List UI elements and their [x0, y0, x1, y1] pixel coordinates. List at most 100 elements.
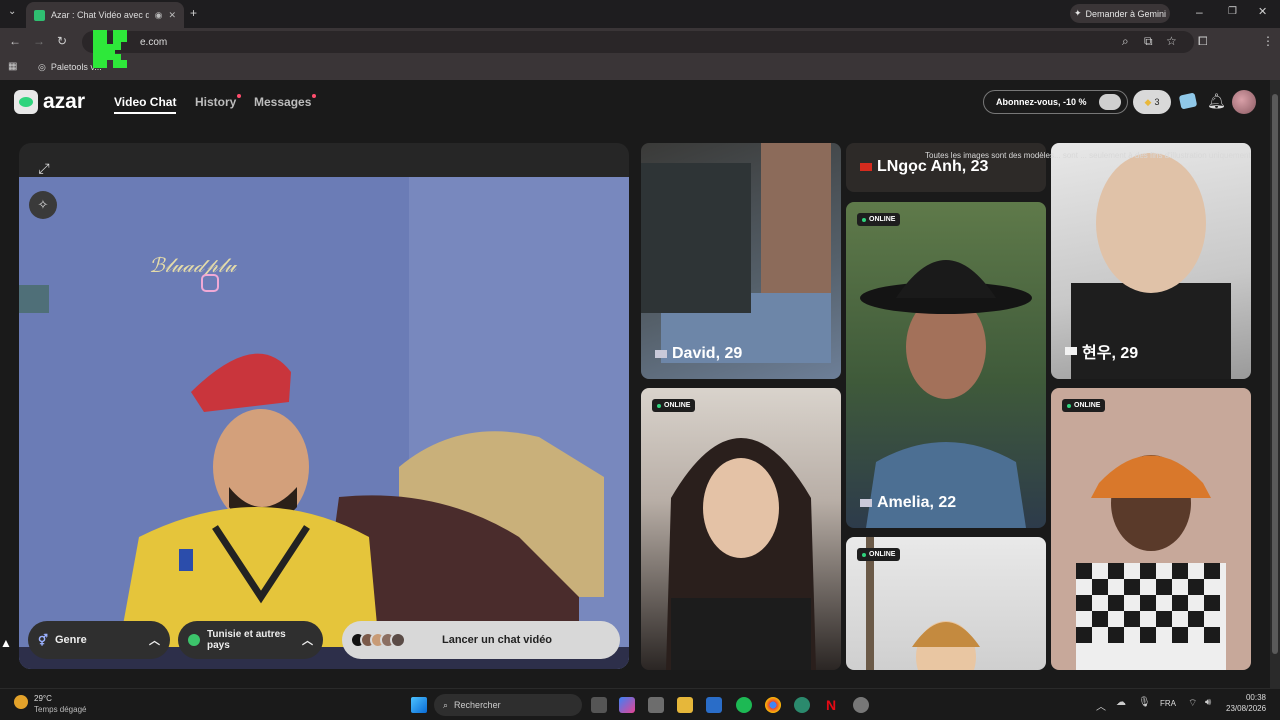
- forward-icon[interactable]: →: [33, 35, 45, 47]
- bell-icon[interactable]: 🔔︎: [1207, 92, 1226, 110]
- gemini-button[interactable]: ✦ Demander à Gemini: [1070, 4, 1170, 23]
- windows-taskbar: 29°C Temps dégagé ⌕ Rechercher N ︿ ☁︎ 🎙︎…: [0, 688, 1280, 720]
- chevron-up-icon: ︿: [149, 635, 160, 647]
- flag-icon: [860, 163, 872, 171]
- zoom-icon[interactable]: ⌕: [1122, 35, 1129, 47]
- online-badge: ONLINE: [857, 548, 901, 561]
- online-badge: ONLINE: [857, 213, 901, 226]
- profile-card-hyunwoo[interactable]: 현우, 29: [1051, 143, 1251, 379]
- gems-counter[interactable]: ◆ 3: [1133, 90, 1171, 114]
- flag-icon: [655, 350, 667, 358]
- nav-video-chat[interactable]: Video Chat: [114, 95, 177, 114]
- avatar-stack: [350, 632, 406, 648]
- scroll-thumb[interactable]: [1272, 94, 1278, 654]
- copilot-icon[interactable]: [619, 697, 635, 713]
- chatgpt-icon[interactable]: [853, 697, 869, 713]
- media-icon[interactable]: ◉: [155, 10, 163, 21]
- logo-text: azar: [43, 90, 86, 113]
- apps-icon[interactable]: ▦: [8, 62, 17, 72]
- camera-scene: ℬ𝓁𝓊𝒶𝒹𝓅𝓁𝓊: [19, 177, 629, 669]
- extensions-icon[interactable]: ⧠: [1198, 35, 1208, 47]
- profile-name-text: Amelia, 22: [877, 494, 957, 511]
- wifi-icon[interactable]: ⌔: [1188, 697, 1197, 710]
- nav-history[interactable]: History: [195, 94, 242, 109]
- mic-icon[interactable]: 🎙︎: [1138, 697, 1151, 708]
- browser-tab-bar: ⌄ Azar : Chat Vidéo avec de n ◉ ✕ + ✦ De…: [0, 0, 1280, 28]
- weather-desc: Temps dégagé: [34, 705, 87, 714]
- file-explorer-icon[interactable]: [677, 697, 693, 713]
- network-icon[interactable]: ☁︎: [1116, 697, 1126, 708]
- flag-icon: [860, 499, 872, 507]
- edge-icon[interactable]: [794, 697, 810, 713]
- gender-filter[interactable]: ⚥ Genre ︿: [28, 621, 170, 659]
- launch-label: Lancer un chat vidéo: [442, 634, 553, 646]
- profile-name: David, 29: [655, 345, 742, 363]
- k-overlay-logo: [93, 30, 127, 68]
- chrome-icon[interactable]: [765, 697, 781, 713]
- reload-icon[interactable]: ↻: [57, 35, 67, 47]
- bookmarks-bar: ▦ ◎ Paletools v...: [0, 56, 1280, 80]
- weather-icon[interactable]: [14, 695, 28, 709]
- cast-icon[interactable]: ⧉: [1144, 35, 1153, 47]
- search-placeholder: Rechercher: [454, 700, 501, 710]
- subscribe-button[interactable]: Abonnez-vous, -10 %: [983, 90, 1128, 114]
- language-indicator[interactable]: FRA: [1160, 699, 1176, 708]
- new-tab-icon[interactable]: +: [190, 7, 197, 19]
- globe-icon: [188, 634, 200, 646]
- online-dot: [862, 217, 866, 222]
- tray-chevron-icon[interactable]: ︿: [1096, 698, 1106, 713]
- disclaimer-text: Toutes les images sont des modèles... so…: [925, 151, 1251, 160]
- profile-card-amelia[interactable]: ONLINE Amelia, 22: [846, 202, 1046, 528]
- online-badge: ONLINE: [652, 399, 696, 412]
- windows-start-icon[interactable]: [411, 697, 427, 713]
- online-label: ONLINE: [869, 551, 896, 558]
- maximize-icon[interactable]: ❐: [1228, 7, 1237, 17]
- store-icon[interactable]: [648, 697, 664, 713]
- task-view-icon[interactable]: [591, 697, 607, 713]
- gemini-label: Demander à Gemini: [1085, 8, 1167, 19]
- netflix-icon[interactable]: N: [823, 697, 839, 713]
- region-filter[interactable]: Tunisie et autres pays ︿: [178, 621, 323, 659]
- tab-search-icon[interactable]: ⌄: [8, 7, 16, 17]
- camera-preview: ℬ𝓁𝓊𝒶𝒹𝓅𝓁𝓊: [19, 177, 629, 669]
- profile-card-david[interactable]: David, 29: [641, 143, 841, 379]
- tab-title: Azar : Chat Vidéo avec de n: [51, 10, 149, 20]
- profile-name-text: LNgọc Anh, 23: [877, 158, 989, 175]
- back-icon[interactable]: ←: [9, 35, 21, 47]
- magic-wand-icon[interactable]: ✧: [29, 191, 57, 219]
- clock-time[interactable]: 00:38: [1226, 693, 1266, 702]
- close-tab-icon[interactable]: ✕: [168, 10, 176, 21]
- launch-chat-button[interactable]: Lancer un chat vidéo: [342, 621, 620, 659]
- profile-photo: [666, 438, 816, 670]
- profile-card-4[interactable]: ONLINE: [641, 388, 841, 670]
- gender-label: Genre: [54, 634, 87, 646]
- minimize-icon[interactable]: –: [1196, 6, 1203, 18]
- profile-card-6[interactable]: ONLINE: [1051, 388, 1251, 670]
- azar-logo-icon: [14, 90, 38, 114]
- clock-date[interactable]: 23/08/2026: [1226, 704, 1266, 713]
- url-field[interactable]: e.com: [82, 31, 1194, 53]
- mini-avatar: [390, 632, 406, 648]
- profile-photo: [641, 143, 831, 363]
- gem-icon: ◆: [1144, 96, 1152, 107]
- profile-name: 현우, 29: [1065, 339, 1138, 363]
- mail-icon[interactable]: [706, 697, 722, 713]
- menu-icon[interactable]: ⋮: [1262, 35, 1274, 47]
- azar-logo[interactable]: azar: [14, 90, 85, 114]
- profile-photo: [1076, 455, 1226, 670]
- weather-temp[interactable]: 29°C: [34, 694, 52, 703]
- nav-messages[interactable]: Messages: [254, 94, 317, 109]
- online-label: ONLINE: [664, 402, 691, 409]
- search-icon: ⌕: [443, 699, 449, 710]
- close-window-icon[interactable]: ✕: [1258, 7, 1267, 18]
- bookmark-star-icon[interactable]: ☆: [1166, 35, 1177, 47]
- online-dot: [1067, 403, 1071, 408]
- browser-tab[interactable]: Azar : Chat Vidéo avec de n ◉ ✕: [26, 2, 184, 28]
- page-scrollbar[interactable]: [1270, 80, 1280, 688]
- taskbar-search[interactable]: ⌕ Rechercher: [434, 694, 582, 716]
- profile-name-text: David, 29: [672, 345, 743, 362]
- volume-icon[interactable]: 🔊︎: [1205, 697, 1211, 708]
- profile-card-5[interactable]: ONLINE: [846, 537, 1046, 670]
- spotify-icon[interactable]: [736, 697, 752, 713]
- user-avatar[interactable]: [1232, 90, 1256, 114]
